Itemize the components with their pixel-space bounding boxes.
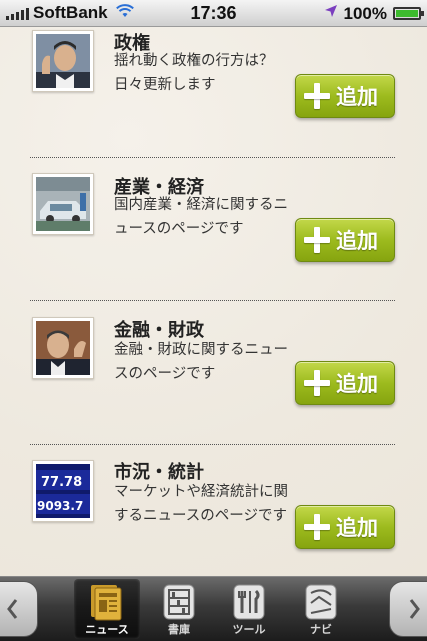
- item-description: 揺れ動く政権の行方は？日々更新します: [114, 53, 274, 93]
- plus-icon: [304, 514, 330, 540]
- item-description: 国内産業・経済に関するニュースのページです: [114, 197, 288, 237]
- add-button[interactable]: 追加: [295, 74, 395, 118]
- newspaper-icon: [91, 585, 122, 621]
- location-arrow-icon: [324, 4, 338, 23]
- chevron-left-icon: [7, 599, 18, 619]
- banker-photo: [32, 317, 94, 379]
- carrier-name: SoftBank: [33, 3, 108, 22]
- tab-library[interactable]: 書庫: [146, 579, 212, 639]
- status-bar: SoftBank 17:36 100%: [0, 0, 427, 27]
- prev-button[interactable]: [0, 581, 38, 637]
- tools-icon: [233, 584, 265, 620]
- add-button[interactable]: 追加: [295, 505, 395, 549]
- add-button[interactable]: 追加: [295, 218, 395, 262]
- tab-tools[interactable]: ツール: [216, 579, 282, 639]
- politician-photo: [32, 30, 94, 92]
- navi-icon: [305, 584, 337, 620]
- tab-news[interactable]: ニュース: [74, 579, 140, 639]
- battery-icon: [393, 7, 424, 20]
- stock-board-photo: 77.78 9093.7: [32, 460, 94, 522]
- chevron-right-icon: [409, 599, 420, 619]
- divider: [30, 444, 395, 445]
- item-description: マーケットや経済統計に関するニュースのページです: [114, 484, 288, 524]
- wifi-icon: [115, 3, 134, 23]
- battery-percent: 100%: [343, 3, 387, 23]
- svg-text:9093.7: 9093.7: [37, 499, 83, 513]
- tab-navi[interactable]: ナビ: [288, 579, 354, 639]
- bookshelf-icon: [163, 584, 195, 620]
- divider: [30, 157, 395, 158]
- svg-text:77.78: 77.78: [41, 475, 82, 490]
- tab-bar: ニュース 書庫 ツール ナビ: [0, 576, 427, 641]
- signal-bars-icon: [6, 6, 29, 20]
- divider: [30, 300, 395, 301]
- plus-icon: [304, 83, 330, 109]
- category-list[interactable]: 政権 揺れ動く政権の行方は？日々更新します 追加 産業・経済 国内産業・経済に関…: [0, 27, 427, 576]
- plus-icon: [304, 227, 330, 253]
- plus-icon: [304, 370, 330, 396]
- next-button[interactable]: [389, 581, 427, 637]
- add-button[interactable]: 追加: [295, 361, 395, 405]
- item-description: 金融・財政に関するニュースのページです: [114, 342, 288, 382]
- factory-photo: [32, 173, 94, 235]
